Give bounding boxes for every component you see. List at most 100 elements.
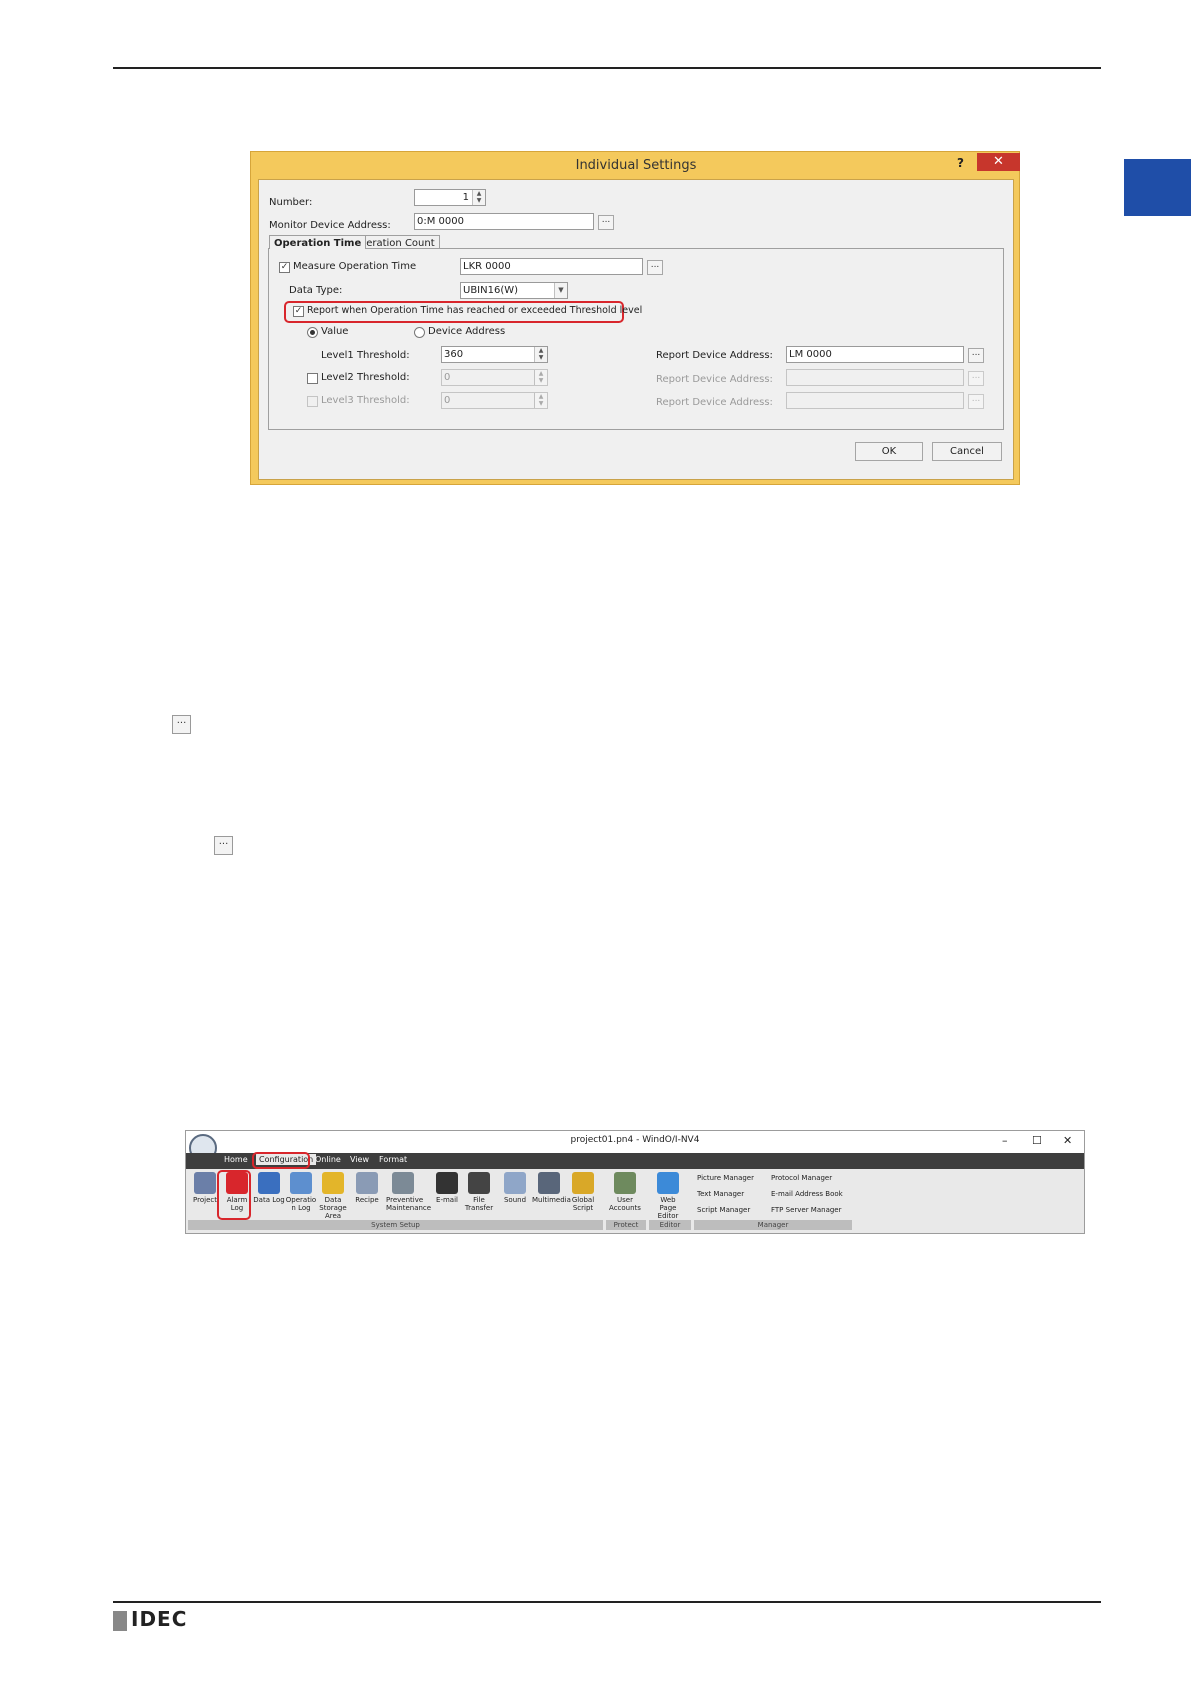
top-rule [113, 67, 1101, 69]
measure-address-input[interactable]: LKR 0000 [460, 258, 643, 275]
level3-checkbox [307, 396, 318, 407]
group-editor: Editor [649, 1220, 691, 1230]
ribbon-item-label: File Transfer [464, 1196, 494, 1212]
datatype-select[interactable]: UBIN16(W) ▼ [460, 282, 568, 299]
ribbon-item-10[interactable]: Multimedia [532, 1172, 571, 1204]
group-manager: Manager [694, 1220, 852, 1230]
report-addr2-label: Report Device Address: [656, 374, 773, 385]
ribbon-item-label: Recipe [355, 1196, 379, 1204]
ribbon-item-2[interactable]: Data Log [252, 1172, 286, 1204]
report-label: Report when Operation Time has reached o… [307, 305, 643, 316]
window-close-icon[interactable]: ✕ [1063, 1134, 1072, 1147]
measure-label: Measure Operation Time [293, 261, 417, 272]
ribbon-item-label: Data Storage Area [319, 1196, 347, 1220]
report-checkbox[interactable]: ✓ [293, 306, 304, 317]
help-icon[interactable]: ? [957, 156, 964, 170]
picture-manager-button[interactable]: Picture Manager [697, 1174, 754, 1182]
level2-input: 0 ▲ ▼ [441, 369, 548, 386]
report-addr3-label: Report Device Address: [656, 397, 773, 408]
ribbon-item-label: Global Script [571, 1196, 595, 1212]
report-addr1-input[interactable]: LM 0000 [786, 346, 964, 363]
minimize-icon[interactable]: – [1002, 1134, 1008, 1147]
monitor-address-input[interactable]: 0:M 0000 [414, 213, 594, 230]
ribbon-item-icon [258, 1172, 280, 1194]
chevron-down-icon[interactable]: ▼ [554, 283, 567, 298]
ribbon-item-4[interactable]: Data Storage Area [316, 1172, 350, 1220]
ribbon-item-icon [572, 1172, 594, 1194]
tab-home[interactable]: Home [224, 1155, 248, 1164]
report-addr3-input [786, 392, 964, 409]
protocol-manager-button[interactable]: Protocol Manager [771, 1174, 832, 1182]
ribbon-item-13[interactable]: Web Page Editor [651, 1172, 685, 1220]
level1-input[interactable]: 360 ▲ ▼ [441, 346, 548, 363]
level3-spin-icon: ▲ ▼ [534, 393, 547, 408]
inline-browse-button-1: ... [172, 715, 191, 734]
measure-browse-button[interactable]: ... [647, 260, 663, 275]
measure-checkbox[interactable]: ✓ [279, 262, 290, 273]
number-value: 1 [462, 192, 469, 203]
datatype-label: Data Type: [289, 285, 343, 296]
ribbon-item-6[interactable]: Preventive Maintenance [386, 1172, 432, 1212]
value-radio[interactable] [307, 327, 318, 338]
maximize-icon[interactable]: ☐ [1032, 1134, 1042, 1147]
ribbon-item-8[interactable]: File Transfer [462, 1172, 496, 1212]
idec-logo-mark [113, 1611, 127, 1631]
monitor-browse-button[interactable]: ... [598, 215, 614, 230]
level2-value: 0 [444, 372, 451, 383]
idec-logo: IDEC [131, 1607, 188, 1631]
level2-checkbox[interactable] [307, 373, 318, 384]
close-button[interactable]: ✕ [977, 153, 1020, 171]
ribbon-item-5[interactable]: Recipe [350, 1172, 384, 1204]
ftp-server-manager-button[interactable]: FTP Server Manager [771, 1206, 842, 1214]
ribbon-item-icon [468, 1172, 490, 1194]
bottom-rule [113, 1601, 1101, 1603]
tab-operation-time[interactable]: Operation Time [269, 235, 367, 249]
report-addr1-browse-button[interactable]: ... [968, 348, 984, 363]
datatype-value: UBIN16(W) [463, 285, 519, 296]
ribbon-item-label: Data Log [253, 1196, 285, 1204]
ribbon-item-icon [504, 1172, 526, 1194]
ribbon-window: project01.pn4 - WindO/I-NV4 – ☐ ✕ Home C… [185, 1130, 1085, 1234]
dialog-body: Number: 1 ▲ ▼ Monitor Device Address: 0:M… [258, 179, 1014, 480]
ribbon-item-7[interactable]: E-mail [430, 1172, 464, 1204]
tab-online[interactable]: Online [315, 1155, 341, 1164]
ribbon-item-label: Preventive Maintenance [386, 1196, 432, 1212]
number-spin-icon[interactable]: ▲ ▼ [472, 190, 485, 205]
group-system-setup: System Setup [188, 1220, 603, 1230]
ribbon-item-9[interactable]: Sound [498, 1172, 532, 1204]
ribbon-item-12[interactable]: User Accounts [608, 1172, 642, 1212]
ribbon-item-3[interactable]: Operatio n Log [284, 1172, 318, 1212]
level2-spin-icon: ▲ ▼ [534, 370, 547, 385]
level1-label: Level1 Threshold: [321, 350, 410, 361]
cancel-button[interactable]: Cancel [932, 442, 1002, 461]
window-title: project01.pn4 - WindO/I-NV4 [570, 1135, 700, 1145]
ribbon-item-label: Multimedia [532, 1196, 571, 1204]
ribbon-item-label: E-mail [436, 1196, 458, 1204]
monitor-label: Monitor Device Address: [269, 220, 391, 231]
report-addr1-label: Report Device Address: [656, 350, 773, 361]
ribbon-item-icon [194, 1172, 216, 1194]
tab-format[interactable]: Format [379, 1155, 407, 1164]
report-addr3-browse-button: ... [968, 394, 984, 409]
script-manager-button[interactable]: Script Manager [697, 1206, 750, 1214]
text-manager-button[interactable]: Text Manager [697, 1190, 744, 1198]
ribbon-item-icon [657, 1172, 679, 1194]
ribbon-item-label: Web Page Editor [657, 1196, 679, 1220]
report-addr2-input [786, 369, 964, 386]
device-address-radio[interactable] [414, 327, 425, 338]
level1-spin-icon[interactable]: ▲ ▼ [534, 347, 547, 362]
ribbon-item-icon [356, 1172, 378, 1194]
ribbon-item-11[interactable]: Global Script [566, 1172, 600, 1212]
ribbon-item-icon [392, 1172, 414, 1194]
number-label: Number: [269, 197, 313, 208]
individual-settings-dialog: Individual Settings ? ✕ Number: 1 ▲ ▼ Mon… [250, 151, 1020, 485]
dialog-title: Individual Settings [575, 158, 697, 173]
number-stepper[interactable]: 1 ▲ ▼ [414, 189, 486, 206]
email-address-book-button[interactable]: E-mail Address Book [771, 1190, 843, 1198]
ok-button[interactable]: OK [855, 442, 923, 461]
ribbon-item-icon [290, 1172, 312, 1194]
device-address-radio-label: Device Address [428, 326, 506, 337]
operation-time-panel: ✓ Measure Operation Time LKR 0000 ... Da… [268, 248, 1004, 430]
tab-view[interactable]: View [350, 1155, 369, 1164]
ribbon-item-icon [538, 1172, 560, 1194]
